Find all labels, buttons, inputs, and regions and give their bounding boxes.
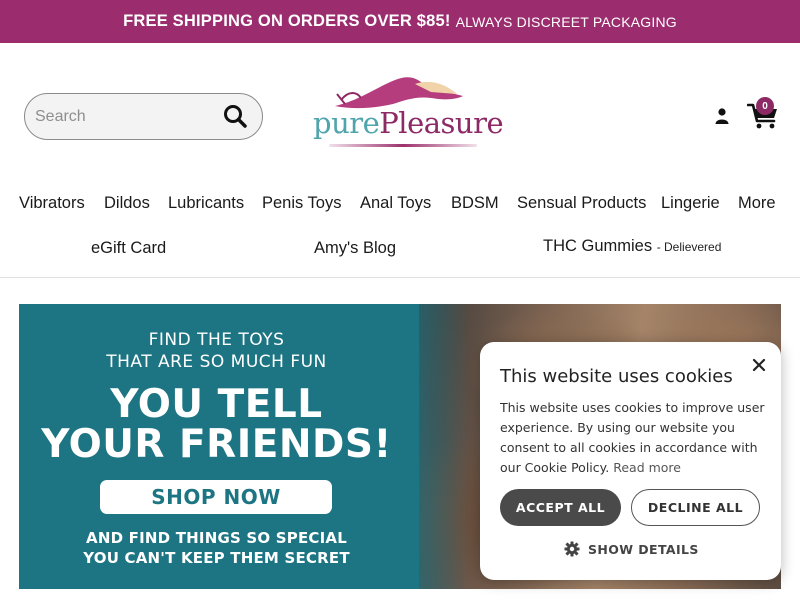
gear-icon: [564, 541, 580, 557]
cookie-body: This website uses cookies to improve use…: [500, 398, 770, 478]
nav-item-penis-toys[interactable]: Penis Toys: [262, 194, 342, 213]
nav-divider: [0, 277, 800, 278]
nav-item-sensual-products[interactable]: Sensual Products: [517, 194, 646, 213]
hero-headline-1: YOU TELL: [110, 382, 323, 427]
logo-pleasure: Pleasure: [379, 106, 504, 140]
user-icon[interactable]: [714, 107, 730, 125]
search-box: [24, 93, 263, 140]
logo-underline: [329, 144, 477, 147]
search-button[interactable]: [222, 103, 250, 131]
shop-now-button[interactable]: SHOP NOW: [100, 480, 332, 514]
promo-bar: FREE SHIPPING ON ORDERS OVER $85! ALWAYS…: [0, 0, 800, 43]
promo-discreet-packaging: ALWAYS DISCREET PACKAGING: [455, 13, 677, 30]
nav-item-more[interactable]: More: [738, 194, 776, 213]
logo-pure: pure: [313, 106, 380, 140]
thc-delivered-note: - Delievered: [656, 240, 722, 254]
nav-item-lingerie[interactable]: Lingerie: [661, 194, 720, 213]
nav-item-lubricants[interactable]: Lubricants: [168, 194, 244, 213]
nav-item-dildos[interactable]: Dildos: [104, 194, 150, 213]
nav-item-amys-blog[interactable]: Amy's Blog: [314, 239, 396, 258]
accept-all-button[interactable]: ACCEPT ALL: [500, 489, 621, 526]
search-input[interactable]: [35, 101, 215, 132]
cart-count-badge: 0: [756, 97, 774, 115]
hero-headline-2: YOUR FRIENDS!: [41, 422, 392, 467]
thc-gummies-label: THC Gummies: [543, 237, 653, 255]
nav-item-anal-toys[interactable]: Anal Toys: [360, 194, 431, 213]
close-icon[interactable]: [748, 354, 770, 376]
decline-all-button[interactable]: DECLINE ALL: [631, 489, 760, 526]
hero-line-5: AND FIND THINGS SO SPECIAL: [86, 529, 347, 547]
cookie-title: This website uses cookies: [500, 366, 733, 387]
search-icon: [224, 105, 247, 128]
promo-free-shipping: FREE SHIPPING ON ORDERS OVER $85!: [123, 12, 451, 30]
logo-wordmark: purePleasure: [313, 106, 504, 140]
nav-item-egift-card[interactable]: eGift Card: [91, 239, 166, 258]
cookie-read-more-link[interactable]: Read more: [613, 460, 681, 475]
cookie-banner: This website uses cookies This website u…: [480, 342, 781, 580]
hero-line-6: YOU CAN'T KEEP THEM SECRET: [83, 549, 350, 567]
nav-item-bdsm[interactable]: BDSM: [451, 194, 499, 213]
nav-item-thc-gummies[interactable]: THC Gummies - Delievered: [543, 237, 721, 256]
show-details-label: SHOW DETAILS: [588, 541, 699, 557]
hero-line-1: FIND THE TOYS: [148, 330, 285, 350]
show-details-button[interactable]: SHOW DETAILS: [564, 541, 699, 557]
nav-item-vibrators[interactable]: Vibrators: [19, 194, 85, 213]
site-logo[interactable]: purePleasure: [305, 70, 504, 155]
hero-line-2: THAT ARE SO MUCH FUN: [106, 352, 327, 372]
